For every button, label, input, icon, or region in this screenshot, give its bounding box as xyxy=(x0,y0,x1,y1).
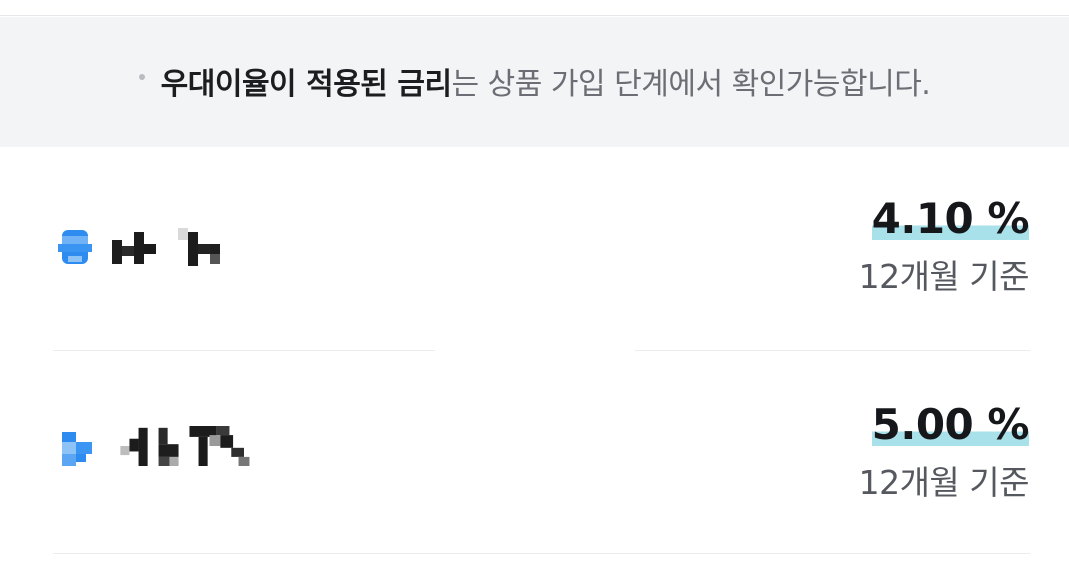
row-divider xyxy=(53,553,1030,554)
rate-list-screen: 우대이율이 적용된 금리 는 상품 가입 단계에서 확인가능합니다. 4.10 %… xyxy=(0,0,1069,583)
interest-rate: 4.10 % xyxy=(871,194,1030,243)
row-divider xyxy=(635,350,1030,351)
bank-name-redacted xyxy=(120,426,250,466)
interest-rate: 5.00 % xyxy=(871,400,1030,449)
bank-logo-icon xyxy=(58,230,92,264)
bullet-icon xyxy=(138,74,145,80)
notice-rest: 는 상품 가입 단계에서 확인가능합니다. xyxy=(451,67,931,102)
bank-name-redacted xyxy=(112,228,220,266)
rate-period: 12개월 기준 xyxy=(858,463,1030,502)
row-divider xyxy=(53,350,435,351)
notice-text: 우대이율이 적용된 금리 는 상품 가입 단계에서 확인가능합니다. xyxy=(138,59,931,103)
product-row[interactable]: 5.00 % 12개월 기준 xyxy=(0,352,1069,552)
top-separator xyxy=(0,0,1069,16)
notice-banner: 우대이율이 적용된 금리 는 상품 가입 단계에서 확인가능합니다. xyxy=(0,17,1069,147)
bank-logo-icon xyxy=(62,432,92,466)
notice-emphasis: 우대이율이 적용된 금리 xyxy=(160,67,452,102)
rate-period: 12개월 기준 xyxy=(858,257,1030,296)
product-row[interactable]: 4.10 % 12개월 기준 xyxy=(0,150,1069,350)
